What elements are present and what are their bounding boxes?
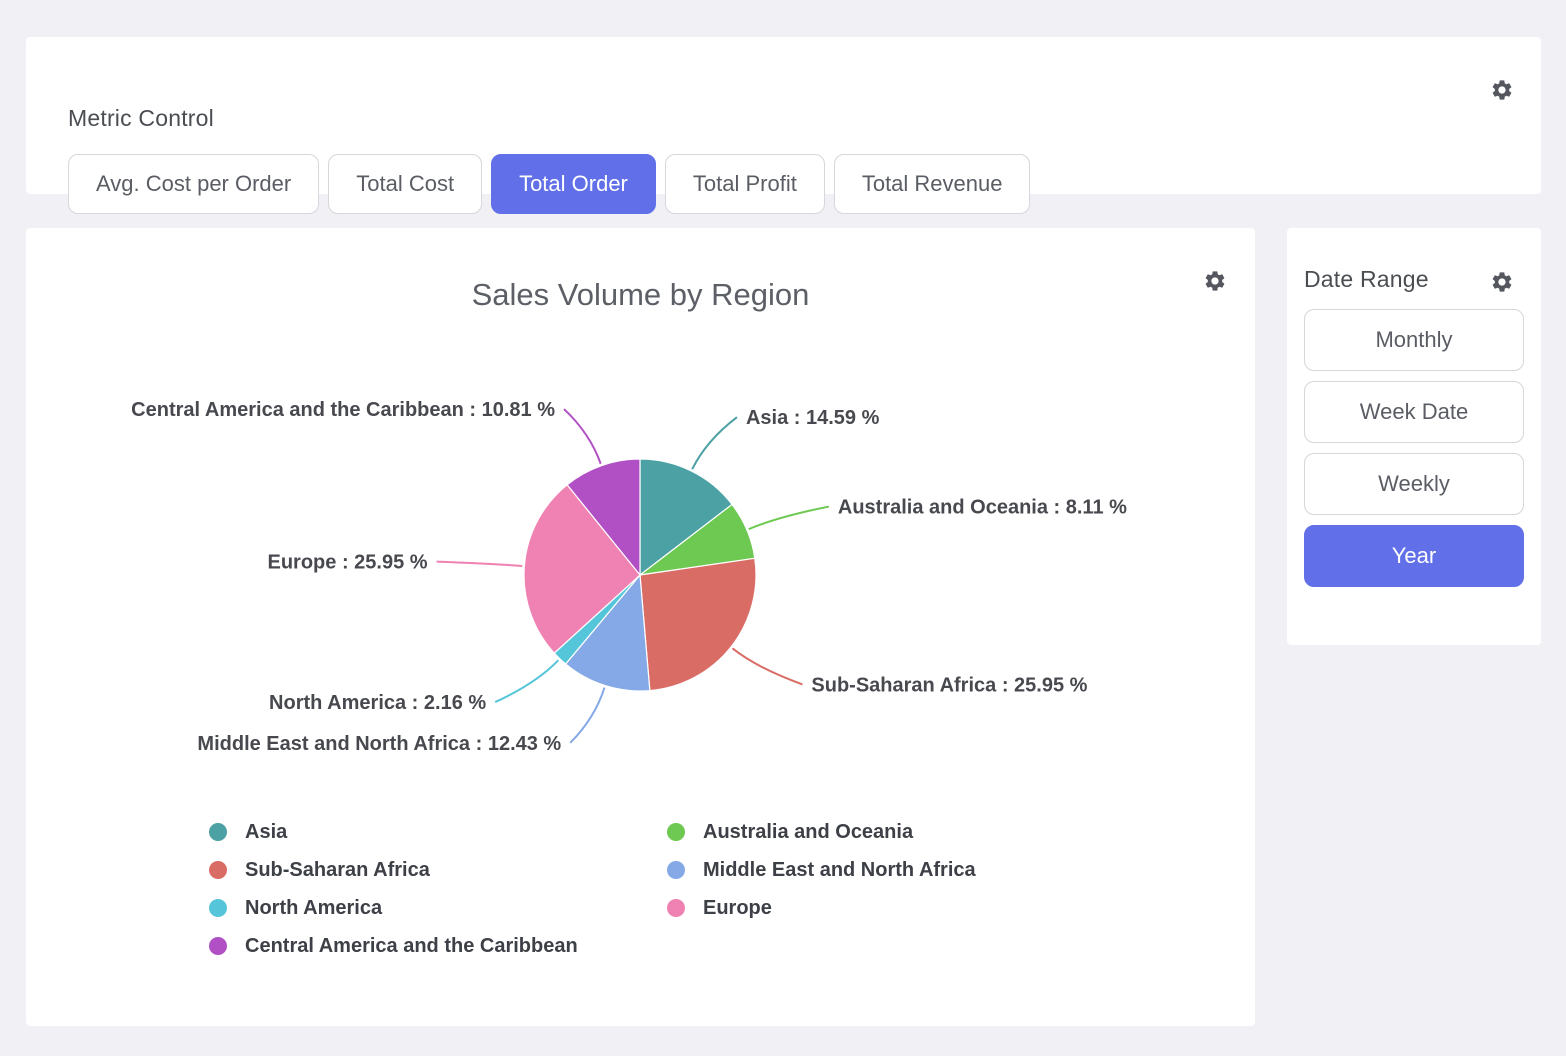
date-range-settings-button[interactable] bbox=[1490, 270, 1514, 294]
legend-dot-icon bbox=[667, 861, 685, 879]
legend-item-central-america-and-the-caribbean[interactable]: Central America and the Caribbean bbox=[209, 927, 667, 965]
pie-leader-line bbox=[437, 562, 523, 566]
pie-label-central-america-and-the-caribbean: Central America and the Caribbean : 10.8… bbox=[131, 399, 555, 421]
legend-label: Asia bbox=[245, 821, 287, 844]
date-range-button-year[interactable]: Year bbox=[1304, 525, 1524, 587]
pie-leader-line bbox=[495, 660, 558, 702]
legend-item-north-america[interactable]: North America bbox=[209, 889, 667, 927]
legend-item-australia-and-oceania[interactable]: Australia and Oceania bbox=[667, 813, 976, 851]
legend-label: Central America and the Caribbean bbox=[245, 935, 578, 958]
legend-item-middle-east-and-north-africa[interactable]: Middle East and North Africa bbox=[667, 851, 976, 889]
legend-dot-icon bbox=[667, 899, 685, 917]
date-range-title: Date Range bbox=[1304, 266, 1429, 293]
metric-control-settings-button[interactable] bbox=[1490, 78, 1514, 102]
metric-button-total-cost[interactable]: Total Cost bbox=[328, 154, 482, 214]
pie-slice-sub-saharan-africa[interactable] bbox=[640, 558, 756, 690]
pie-leader-line bbox=[732, 648, 802, 684]
pie-label-asia: Asia : 14.59 % bbox=[746, 407, 880, 429]
pie-label-europe: Europe : 25.95 % bbox=[267, 552, 427, 574]
metric-button-total-profit[interactable]: Total Profit bbox=[665, 154, 825, 214]
legend-label: North America bbox=[245, 897, 382, 920]
gear-icon bbox=[1490, 78, 1514, 102]
metric-control-panel: Metric Control Avg. Cost per OrderTotal … bbox=[26, 37, 1541, 194]
legend-label: Europe bbox=[703, 897, 772, 920]
date-range-button-week-date[interactable]: Week Date bbox=[1304, 381, 1524, 443]
pie-label-middle-east-and-north-africa: Middle East and North Africa : 12.43 % bbox=[197, 733, 561, 755]
legend-dot-icon bbox=[209, 899, 227, 917]
date-range-button-weekly[interactable]: Weekly bbox=[1304, 453, 1524, 515]
legend-dot-icon bbox=[209, 937, 227, 955]
pie-leader-line bbox=[692, 417, 737, 469]
date-range-button-monthly[interactable]: Monthly bbox=[1304, 309, 1524, 371]
legend-dot-icon bbox=[667, 823, 685, 841]
legend-item-europe[interactable]: Europe bbox=[667, 889, 976, 927]
legend-dot-icon bbox=[209, 823, 227, 841]
sales-volume-chart-panel: Sales Volume by Region Asia : 14.59 %Aus… bbox=[26, 228, 1255, 1026]
legend-item-sub-saharan-africa[interactable]: Sub-Saharan Africa bbox=[209, 851, 667, 889]
pie-label-north-america: North America : 2.16 % bbox=[269, 692, 486, 714]
metric-control-title: Metric Control bbox=[68, 105, 214, 132]
metric-button-total-order[interactable]: Total Order bbox=[491, 154, 656, 214]
legend-label: Middle East and North Africa bbox=[703, 859, 976, 882]
pie-label-sub-saharan-africa: Sub-Saharan Africa : 25.95 % bbox=[811, 674, 1087, 696]
pie-label-australia-and-oceania: Australia and Oceania : 8.11 % bbox=[838, 497, 1127, 519]
legend-item-asia[interactable]: Asia bbox=[209, 813, 667, 851]
metric-button-avg-cost-per-order[interactable]: Avg. Cost per Order bbox=[68, 154, 319, 214]
legend-label: Sub-Saharan Africa bbox=[245, 859, 430, 882]
date-range-button-group: Monthly Week Date Weekly Year bbox=[1304, 309, 1524, 587]
legend-dot-icon bbox=[209, 861, 227, 879]
metric-button-group: Avg. Cost per OrderTotal CostTotal Order… bbox=[68, 154, 1030, 214]
pie-leader-line bbox=[564, 409, 601, 464]
pie-leader-line bbox=[570, 688, 604, 743]
legend-label: Australia and Oceania bbox=[703, 821, 913, 844]
date-range-panel: Date Range Monthly Week Date Weekly Year bbox=[1287, 228, 1541, 645]
pie-leader-line bbox=[749, 507, 829, 530]
metric-button-total-revenue[interactable]: Total Revenue bbox=[834, 154, 1031, 214]
gear-icon bbox=[1490, 270, 1514, 294]
chart-legend: Asia Australia and Oceania Sub-Saharan Afr… bbox=[209, 813, 976, 965]
